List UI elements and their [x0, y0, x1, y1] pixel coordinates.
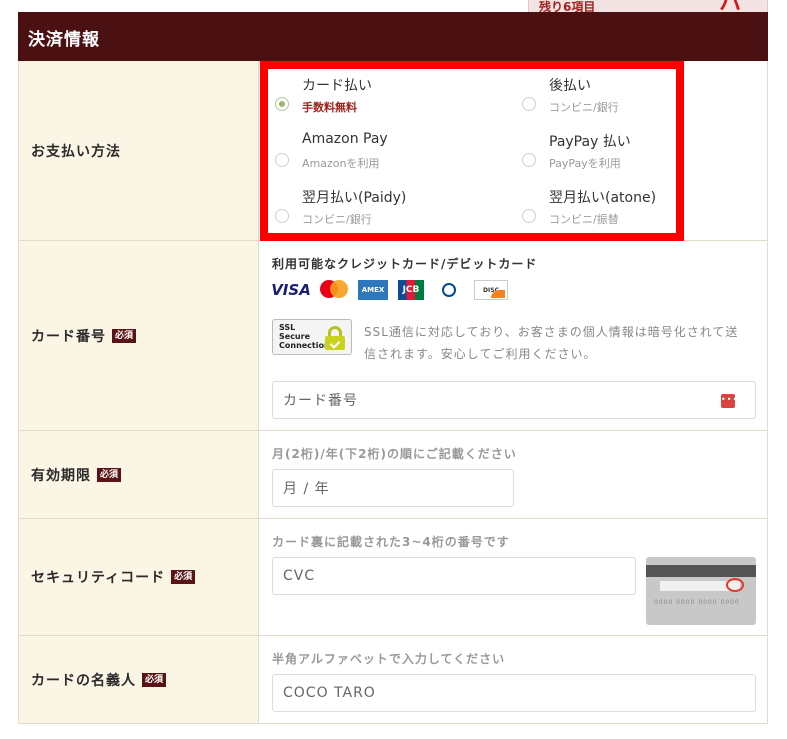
expiry-label: 有効期限 必須 [31, 465, 122, 485]
lock-icon [325, 326, 345, 350]
card-logos: VISA AMEX JCB DISC [271, 279, 518, 301]
security-code-row: セキュリティコード 必須 カード裏に記載された3~4桁の番号です CVC 000… [19, 519, 767, 636]
label-cell: 有効期限 必須 [19, 431, 259, 518]
card-number-content: 利用可能なクレジットカード/デビットカード VISA AMEX JCB DISC… [260, 241, 767, 430]
card-autofill-icon[interactable]: ••• [721, 394, 737, 408]
radio-card[interactable] [275, 97, 289, 111]
card-holder-placeholder: COCO TARO [283, 685, 376, 701]
jcb-logo: JCB [398, 280, 424, 300]
label-cell: カード番号 必須 [19, 241, 259, 430]
radio-paidy[interactable] [275, 209, 289, 223]
required-badge: 必須 [142, 673, 167, 687]
card-holder-help: 半角アルファベットで入力してください [272, 652, 506, 666]
mastercard-logo [320, 280, 348, 300]
radio-amazon-pay[interactable] [275, 153, 289, 167]
required-badge: 必須 [171, 570, 196, 584]
expiry-input[interactable]: 月 / 年 [272, 469, 514, 507]
radio-atone[interactable] [522, 209, 536, 223]
option-label: カード払い [302, 78, 372, 94]
radio-deferred[interactable] [522, 97, 536, 111]
payment-method-row: お支払い方法 カード払い 手数料無料 後払い コンビニ/銀行 Amazon Pa… [19, 61, 767, 241]
option-label: 翌月払い(Paidy) [302, 190, 407, 206]
security-code-label: セキュリティコード 必須 [31, 567, 196, 587]
label-cell: お支払い方法 [19, 61, 259, 240]
expiry-placeholder: 月 / 年 [283, 481, 330, 497]
cvc-placeholder: CVC [283, 568, 316, 584]
amex-logo: AMEX [358, 280, 388, 300]
diners-logo [434, 280, 464, 300]
section-title: 決済情報 [28, 30, 100, 50]
card-holder-label: カードの名義人 必須 [31, 670, 167, 690]
cvc-input[interactable]: CVC [272, 557, 636, 595]
security-code-content: カード裏に記載された3~4桁の番号です CVC 0000 0000 0000 0… [260, 519, 767, 635]
required-badge: 必須 [112, 329, 137, 343]
card-holder-row: カードの名義人 必須 半角アルファベットで入力してください COCO TARO [19, 636, 767, 724]
label-cell: カードの名義人 必須 [19, 636, 259, 723]
security-code-label-text: セキュリティコード [31, 570, 166, 586]
expiry-row: 有効期限 必須 月(2桁)/年(下2桁)の順にご記載ください 月 / 年 [19, 431, 767, 519]
expiry-content: 月(2桁)/年(下2桁)の順にご記載ください 月 / 年 [260, 431, 767, 518]
card-holder-input[interactable]: COCO TARO [272, 674, 756, 712]
card-number-row: カード番号 必須 利用可能なクレジットカード/デビットカード VISA AMEX… [19, 241, 767, 431]
payment-method-highlight: カード払い 手数料無料 後払い コンビニ/銀行 Amazon Pay Amazo… [260, 61, 684, 241]
option-sub: コンビニ/銀行 [549, 101, 619, 114]
card-number-placeholder: カード番号 [283, 393, 358, 409]
card-number-label: カード番号 必須 [31, 326, 137, 346]
visa-logo: VISA [271, 281, 311, 299]
required-badge: 必須 [97, 468, 122, 482]
discover-logo: DISC [474, 280, 508, 300]
payment-method-label: お支払い方法 [31, 144, 121, 160]
section-header: 決済情報 [18, 12, 768, 61]
option-label: 後払い [549, 78, 591, 94]
option-sub: Amazonを利用 [302, 157, 380, 170]
option-sub: コンビニ/銀行 [302, 213, 372, 226]
expiry-label-text: 有効期限 [31, 468, 91, 484]
expiry-help: 月(2桁)/年(下2桁)の順にご記載ください [272, 447, 517, 461]
ssl-badge-text: SSL Secure Connection [279, 323, 330, 350]
ssl-note: SSL通信に対応しており、お客さまの個人情報は暗号化されて送信されます。安心して… [364, 325, 739, 361]
radio-paypay[interactable] [522, 153, 536, 167]
option-label: 翌月払い(atone) [549, 190, 657, 206]
cvc-location-marker [726, 578, 744, 592]
option-sub: PayPayを利用 [549, 157, 621, 170]
card-number-label-text: カード番号 [31, 329, 106, 345]
option-label: PayPay 払い [549, 134, 631, 150]
card-back-illustration: 0000 0000 0000 0000 [646, 557, 756, 625]
option-label: Amazon Pay [302, 131, 388, 147]
option-sub: 手数料無料 [302, 101, 357, 114]
label-cell: セキュリティコード 必須 [19, 519, 259, 635]
card-number-input[interactable]: カード番号 ••• [272, 381, 756, 419]
card-holder-label-text: カードの名義人 [31, 673, 136, 689]
security-code-help: カード裏に記載された3~4桁の番号です [272, 535, 510, 549]
available-cards-heading: 利用可能なクレジットカード/デビットカード [272, 257, 538, 271]
card-holder-content: 半角アルファベットで入力してください COCO TARO [260, 636, 767, 723]
payment-form: お支払い方法 カード払い 手数料無料 後払い コンビニ/銀行 Amazon Pa… [18, 61, 768, 724]
option-sub: コンビニ/振替 [549, 213, 619, 226]
ssl-badge: SSL Secure Connection [272, 319, 352, 355]
